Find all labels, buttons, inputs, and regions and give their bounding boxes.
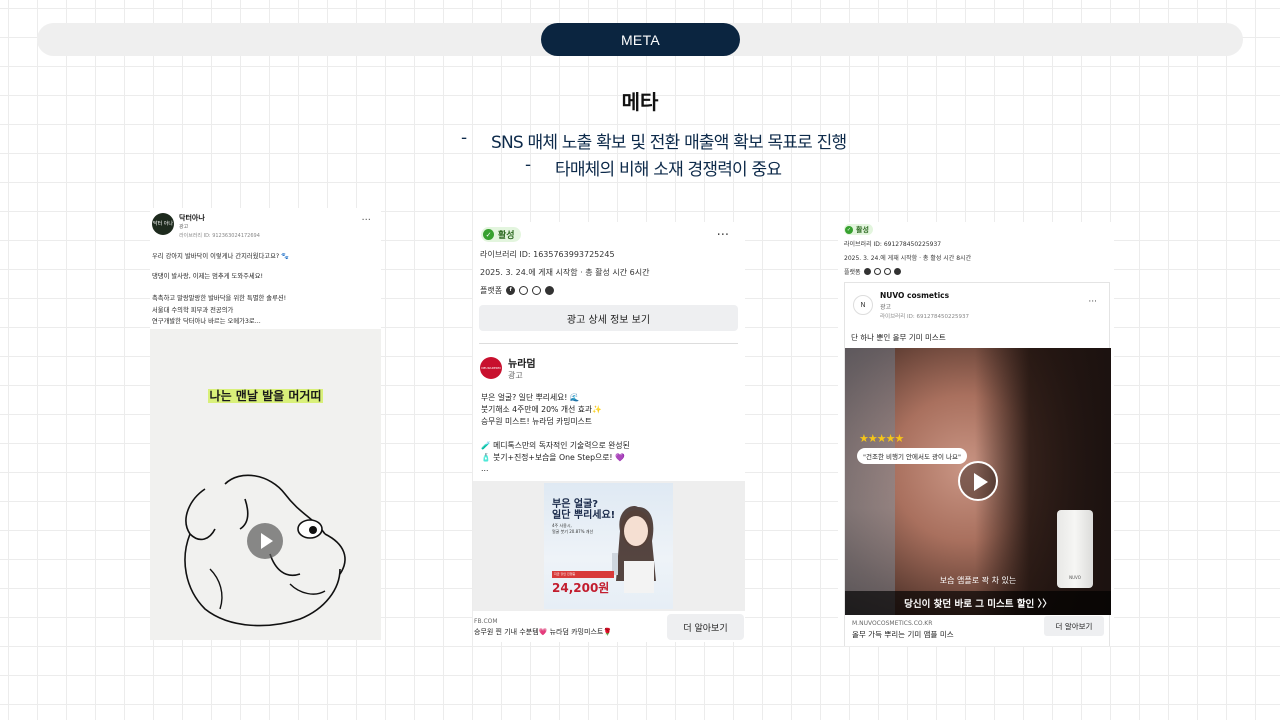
audience-network-icon bbox=[532, 286, 542, 295]
video-subtitle: 당신이 찾던 바로 그 미스트 할인 〉〉 bbox=[845, 591, 1111, 615]
platform-label: 플랫폼 bbox=[844, 269, 861, 276]
ad-body-line: 붓기해소 4주만에 20% 개선 효과✨ bbox=[481, 405, 602, 414]
start-info: 2025. 3. 24.에 게재 시작함 · 총 활성 시간 8시간 bbox=[844, 255, 972, 262]
ad-card-drana: 닥터 아나 닥터아나 광고 라이브러리 ID: 912363024172694 … bbox=[150, 208, 381, 640]
link-headline[interactable]: 올무 가득 뿌리는 기미 앰플 미스 bbox=[852, 629, 954, 640]
model-illustration bbox=[612, 506, 656, 593]
ad-body-line: 단 하나 뿐인 올무 기미 미스트 bbox=[851, 333, 946, 342]
rating-stars: ★★★★★ bbox=[859, 432, 904, 445]
advertiser-name[interactable]: 닥터아나 bbox=[179, 213, 205, 223]
ad-details-button[interactable]: 광고 상세 정보 보기 bbox=[479, 305, 738, 331]
learn-more-button[interactable]: 더 알아보기 bbox=[1044, 616, 1104, 636]
ad-body-line: 승무원 미스트! 뉴라덤 카밍미스트 bbox=[481, 417, 592, 426]
library-id: 라이브러리 ID: 912363024172694 bbox=[179, 233, 260, 239]
instagram-icon bbox=[873, 268, 881, 275]
status-badge: ✓ 활성 bbox=[481, 227, 521, 242]
link-domain: M.NUVOCOSMETICS.CO.KR bbox=[852, 620, 933, 627]
ad-body-line: 촉촉하고 말랑말랑한 발바닥을 위한 특별한 솔루션! bbox=[152, 295, 287, 302]
ad-body-line: 부은 얼굴? 일단 뿌리세요! 🌊 bbox=[481, 393, 580, 402]
link-domain: FB.COM bbox=[474, 618, 498, 625]
audience-network-icon bbox=[883, 268, 891, 275]
instagram-icon bbox=[519, 286, 529, 295]
ad-body-line: 연구개발한 닥터아나 바르는 오메가3로... bbox=[152, 318, 261, 325]
advertiser-avatar[interactable]: 닥터 아나 bbox=[152, 213, 174, 235]
ad-video[interactable]: 나는 맨날 발을 머거띠 bbox=[150, 329, 381, 640]
library-id: 라이브러리 ID: 691278450225937 bbox=[844, 241, 942, 248]
library-id: 라이브러리 ID: 691278450225937 bbox=[880, 314, 969, 320]
advertiser-avatar[interactable]: N bbox=[853, 295, 873, 315]
library-id: 라이브러리 ID: 1635763993725245 bbox=[480, 250, 615, 259]
bullet-dash: - bbox=[525, 155, 531, 175]
advertiser-name[interactable]: NUVO cosmetics bbox=[880, 291, 949, 300]
more-options-icon[interactable]: ··· bbox=[361, 215, 371, 226]
ad-label: 광고 bbox=[508, 371, 523, 380]
check-icon: ✓ bbox=[845, 225, 853, 234]
status-badge: ✓ 활성 bbox=[844, 224, 873, 235]
check-icon: ✓ bbox=[483, 229, 494, 240]
poster-subtext: 4주 사용시, 얼굴 붓기 20.87% 개선 bbox=[552, 523, 594, 534]
more-options-icon[interactable]: ··· bbox=[717, 228, 729, 243]
facebook-icon bbox=[863, 268, 871, 275]
ad-body-line: ... bbox=[481, 464, 489, 473]
video-subtitle: 보습 앰플로 꽉 차 있는 bbox=[939, 576, 1017, 585]
start-info: 2025. 3. 24.에 게재 시작함 · 총 활성 시간 6시간 bbox=[480, 268, 650, 277]
ad-card-neuraderm: ✓ 활성 ··· 라이브러리 ID: 1635763993725245 2025… bbox=[473, 222, 745, 642]
ad-body-line: 🧴 붓기+진정+보습을 One Step으로! 💜 bbox=[481, 453, 625, 462]
ad-image[interactable]: 부은 얼굴? 일단 뿌리세요! 4주 사용시, 얼굴 붓기 20.87% 개선 지금… bbox=[473, 481, 745, 611]
play-icon[interactable] bbox=[958, 461, 998, 501]
ad-video[interactable]: ★★★★★ "건조한 비행기 안에서도 광이 나요" NUVO 보습 앰플로 꽉… bbox=[845, 348, 1111, 615]
review-bubble: "건조한 비행기 안에서도 광이 나요" bbox=[857, 448, 967, 464]
bullet-item: - SNS 매체 노출 확보 및 전환 매출액 확보 목표로 진행 bbox=[461, 128, 847, 153]
advertiser-name[interactable]: 뉴라덤 bbox=[508, 355, 536, 370]
ad-preview: N NUVO cosmetics 광고 라이브러리 ID: 6912784502… bbox=[844, 282, 1111, 646]
bullet-text: SNS 매체 노출 확보 및 전환 매출액 확보 목표로 진행 bbox=[491, 133, 847, 153]
learn-more-button[interactable]: 더 알아보기 bbox=[667, 614, 744, 640]
ad-label: 광고 bbox=[880, 304, 892, 311]
ad-label: 광고 bbox=[179, 224, 189, 230]
messenger-icon bbox=[893, 268, 901, 275]
ad-header: 닥터 아나 닥터아나 광고 라이브러리 ID: 912363024172694 … bbox=[152, 213, 379, 241]
advertiser-avatar[interactable]: NEURADERM bbox=[480, 357, 502, 379]
ad-body-line: 서울대 수의학 피부과 전공의가 bbox=[152, 307, 234, 314]
more-options-icon[interactable]: ··· bbox=[1088, 297, 1097, 307]
poster-price: 24,200원 bbox=[552, 581, 610, 595]
ad-body-line: 댕댕이 발사랑, 이제는 멈추게 도와주세요! bbox=[152, 273, 264, 280]
platform-row: 플랫폼 bbox=[844, 267, 901, 276]
bullet-item: - 타매체의 비해 소재 경쟁력이 중요 bbox=[525, 155, 782, 180]
play-icon[interactable] bbox=[247, 523, 283, 559]
platform-label: 플랫폼 bbox=[480, 286, 503, 295]
dog-illustration bbox=[184, 474, 346, 627]
bullet-dash: - bbox=[461, 128, 467, 148]
divider bbox=[479, 343, 738, 344]
ad-body-line: 🧪 메디톡스만의 독자적인 기술력으로 완성된 bbox=[481, 441, 630, 450]
product-poster: 부은 얼굴? 일단 뿌리세요! 4주 사용시, 얼굴 붓기 20.87% 개선 지금… bbox=[544, 483, 673, 609]
platform-row: 플랫폼 f bbox=[480, 285, 555, 296]
ad-card-nuvo: ✓ 활성 라이브러리 ID: 691278450225937 2025. 3. … bbox=[838, 222, 1114, 646]
messenger-icon bbox=[545, 286, 555, 295]
bullet-text: 타매체의 비해 소재 경쟁력이 중요 bbox=[555, 160, 782, 180]
page-title: 메타 bbox=[621, 90, 659, 114]
poster-banner: 지금 할인 진행중 bbox=[552, 571, 614, 578]
section-pill-meta: META bbox=[541, 23, 740, 56]
facebook-icon: f bbox=[506, 286, 516, 295]
ad-body-line: 우리 강아지 발바닥이 이렇게나 간지러웠다고요? 🐾 bbox=[152, 253, 290, 260]
link-headline[interactable]: 승무원 찐 기내 수분템💗 뉴라덤 카밍미스트🌹 bbox=[474, 627, 612, 637]
